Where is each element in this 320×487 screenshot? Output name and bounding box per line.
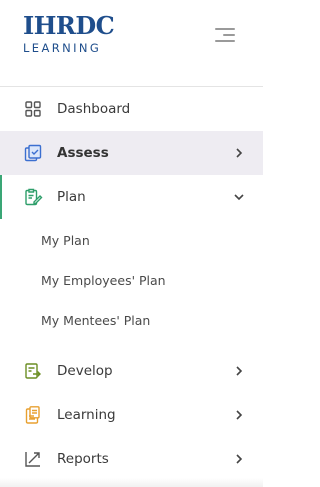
nav-label-plan: Plan	[57, 189, 86, 205]
bottom-shadow	[0, 478, 263, 487]
chevron-right-icon	[236, 410, 243, 420]
ihrdc-logo[interactable]: IHRDC LEARNING	[23, 11, 115, 56]
menu-toggle-icon[interactable]	[215, 28, 237, 46]
nav-item-plan[interactable]: Plan	[0, 175, 263, 219]
checklist-icon	[24, 144, 42, 162]
chevron-right-icon	[236, 366, 243, 376]
nav-label-reports: Reports	[57, 451, 109, 467]
nav-item-reports[interactable]: Reports	[0, 437, 263, 481]
nav-item-develop[interactable]: Develop	[0, 349, 263, 393]
develop-icon	[25, 363, 41, 379]
submenu-label-my-plan: My Plan	[41, 233, 90, 248]
nav-label-dashboard: Dashboard	[57, 101, 131, 117]
plan-edit-icon	[25, 188, 43, 206]
submenu-label-employees-plan: My Employees' Plan	[41, 273, 166, 288]
sidebar-header: IHRDC LEARNING	[0, 0, 263, 87]
grid-icon	[25, 101, 41, 117]
submenu-label-mentees-plan: My Mentees' Plan	[41, 313, 151, 328]
nav-item-learning[interactable]: Learning	[0, 393, 263, 437]
submenu-item-my-plan[interactable]: My Plan	[0, 223, 263, 259]
clipboard-icon	[25, 406, 40, 424]
logo-main-text: IHRDC	[23, 11, 115, 40]
chevron-down-icon	[234, 194, 244, 201]
trend-chart-icon	[25, 452, 40, 467]
chevron-right-icon	[236, 148, 243, 158]
nav-label-develop: Develop	[57, 363, 113, 379]
chevron-right-icon	[236, 454, 243, 464]
nav-item-assess[interactable]: Assess	[0, 131, 263, 175]
nav-label-learning: Learning	[57, 407, 116, 423]
nav-item-dashboard[interactable]: Dashboard	[0, 87, 263, 131]
nav-label-assess: Assess	[57, 145, 109, 161]
logo-sub-text: LEARNING	[23, 41, 102, 55]
submenu-item-employees-plan[interactable]: My Employees' Plan	[0, 263, 263, 299]
submenu-item-mentees-plan[interactable]: My Mentees' Plan	[0, 303, 263, 339]
